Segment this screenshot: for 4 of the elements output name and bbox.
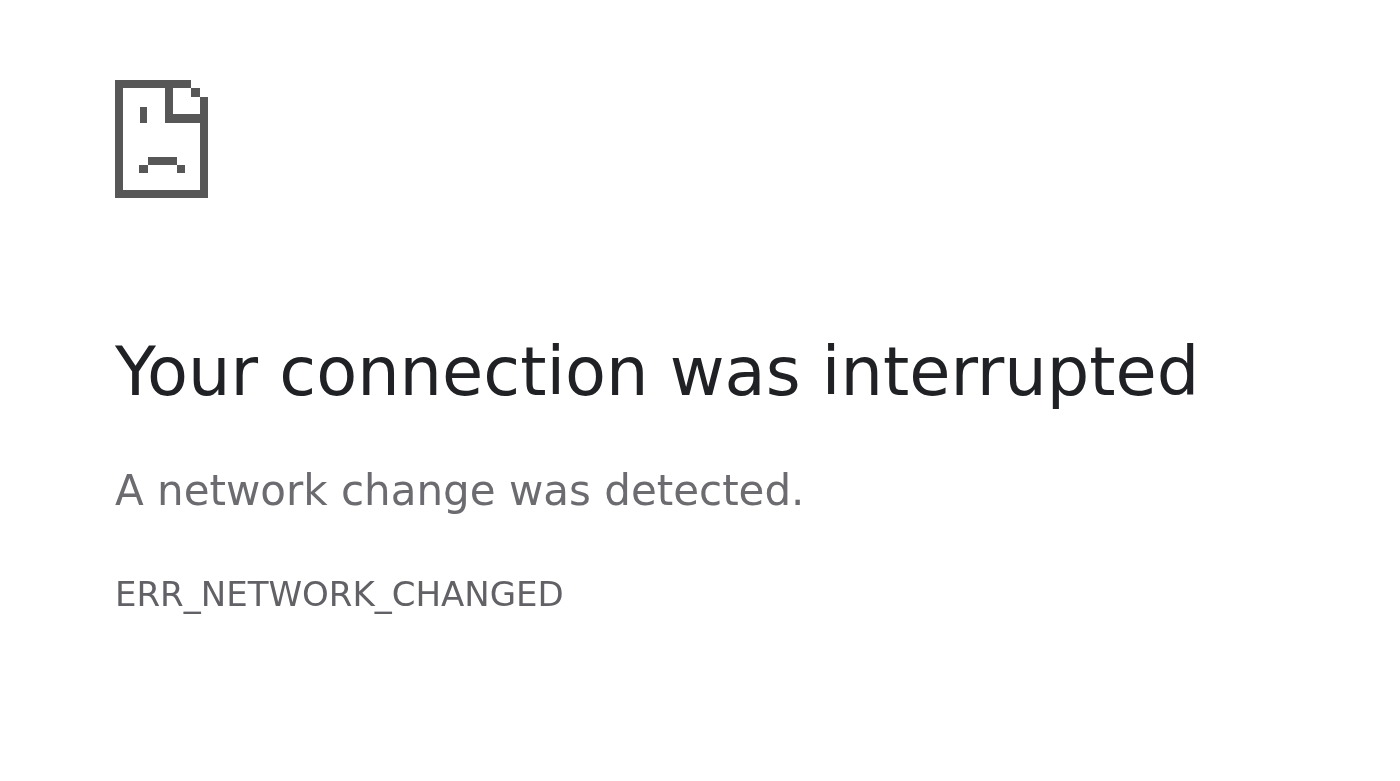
sad-document-icon	[115, 80, 208, 198]
error-code: ERR_NETWORK_CHANGED	[115, 573, 564, 615]
error-message: A network change was detected.	[115, 466, 805, 517]
error-title: Your connection was interrupted	[115, 332, 1200, 413]
